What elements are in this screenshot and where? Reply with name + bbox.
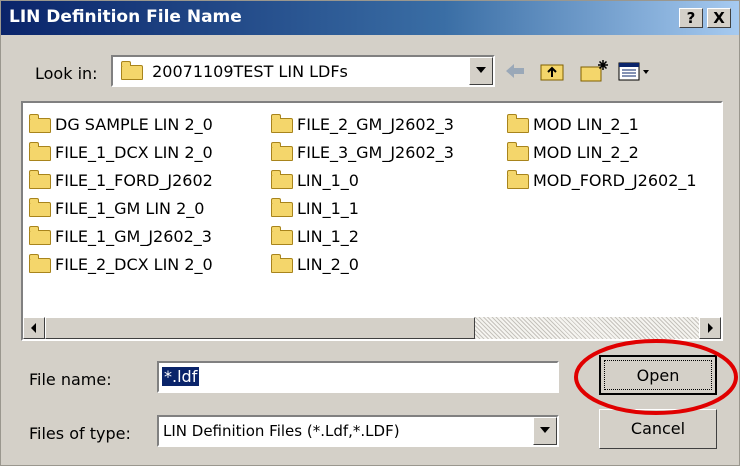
file-column: MOD LIN_2_1 MOD LIN_2_2 MOD_FORD_J2602_1 [507,111,697,195]
list-item[interactable]: FILE_1_FORD_J2602 [29,167,213,195]
list-item-label: FILE_3_GM_J2602_3 [297,143,454,162]
file-name-value: *.ldf [162,367,200,386]
file-name-label: File name: [29,370,112,389]
folder-icon [29,142,51,161]
cancel-button-label: Cancel [630,419,686,438]
folder-icon [271,170,293,189]
folder-icon [271,142,293,161]
folder-icon [29,198,51,217]
list-item[interactable]: FILE_2_GM_J2602_3 [271,111,454,139]
list-item[interactable]: FILE_2_DCX LIN 2_0 [29,251,213,279]
file-list[interactable]: DG SAMPLE LIN 2_0 FILE_1_DCX LIN 2_0 FILE_… [21,101,723,341]
scroll-thumb[interactable] [45,317,475,339]
list-item-label: MOD LIN_2_2 [533,143,639,162]
look-in-value: 20071109TEST LIN LDFs [152,62,348,81]
folder-icon [271,198,293,217]
file-name-input[interactable]: *.ldf [157,361,559,393]
folder-icon [507,114,529,133]
folder-icon [121,61,143,80]
files-of-type-dropdown[interactable]: LIN Definition Files (*.Ldf,*.LDF) [157,415,559,447]
close-button[interactable]: X [707,8,731,28]
file-column: FILE_2_GM_J2602_3 FILE_3_GM_J2602_3 LIN_1_… [271,111,454,279]
list-item-label: LIN_2_0 [297,255,359,274]
folder-icon [29,170,51,189]
list-item[interactable]: FILE_1_GM_J2602_3 [29,223,213,251]
help-button[interactable]: ? [679,8,703,28]
list-item-label: LIN_1_2 [297,227,359,246]
file-column: DG SAMPLE LIN 2_0 FILE_1_DCX LIN 2_0 FILE_… [29,111,213,279]
list-item[interactable]: LIN_1_0 [271,167,454,195]
list-item-label: MOD LIN_2_1 [533,115,639,134]
list-item-label: LIN_1_1 [297,199,359,218]
list-item[interactable]: FILE_1_GM LIN 2_0 [29,195,213,223]
list-item[interactable]: LIN_1_2 [271,223,454,251]
window-title: LIN Definition File Name [9,7,242,27]
files-of-type-dropdown-button[interactable] [533,417,557,445]
list-item[interactable]: MOD LIN_2_1 [507,111,697,139]
up-folder-icon[interactable] [539,59,567,83]
list-item-label: LIN_1_0 [297,171,359,190]
list-item-label: FILE_1_GM LIN 2_0 [55,199,205,218]
list-item-label: MOD_FORD_J2602_1 [533,171,697,190]
list-item-label: FILE_1_FORD_J2602 [55,171,213,190]
folder-icon [29,226,51,245]
folder-icon [271,226,293,245]
back-arrow-icon[interactable] [503,59,527,83]
list-item[interactable]: FILE_3_GM_J2602_3 [271,139,454,167]
list-item[interactable]: FILE_1_DCX LIN 2_0 [29,139,213,167]
list-item-label: FILE_1_DCX LIN 2_0 [55,143,213,162]
folder-icon [29,114,51,133]
list-item-label: FILE_2_DCX LIN 2_0 [55,255,213,274]
list-item-label: DG SAMPLE LIN 2_0 [55,115,213,134]
files-of-type-label: Files of type: [29,424,131,443]
new-folder-icon[interactable] [579,59,609,83]
list-item-label: FILE_2_GM_J2602_3 [297,115,454,134]
list-item[interactable]: LIN_1_1 [271,195,454,223]
folder-icon [271,254,293,273]
list-item[interactable]: MOD_FORD_J2602_1 [507,167,697,195]
folder-icon [507,142,529,161]
list-item[interactable]: MOD LIN_2_2 [507,139,697,167]
list-item[interactable]: DG SAMPLE LIN 2_0 [29,111,213,139]
folder-icon [271,114,293,133]
look-in-dropdown-button[interactable] [469,57,493,85]
highlight-circle [574,339,738,415]
view-menu-icon[interactable] [617,59,651,83]
folder-icon [29,254,51,273]
files-of-type-value: LIN Definition Files (*.Ldf,*.LDF) [163,422,400,440]
title-bar[interactable]: LIN Definition File Name ? X [1,1,739,35]
folder-icon [507,170,529,189]
scroll-left-button[interactable] [23,317,45,339]
open-file-dialog: LIN Definition File Name ? X Look in: 20… [0,0,740,466]
list-item[interactable]: LIN_2_0 [271,251,454,279]
look-in-dropdown[interactable]: 20071109TEST LIN LDFs [111,55,495,87]
list-item-label: FILE_1_GM_J2602_3 [55,227,212,246]
look-in-label: Look in: [35,64,98,83]
